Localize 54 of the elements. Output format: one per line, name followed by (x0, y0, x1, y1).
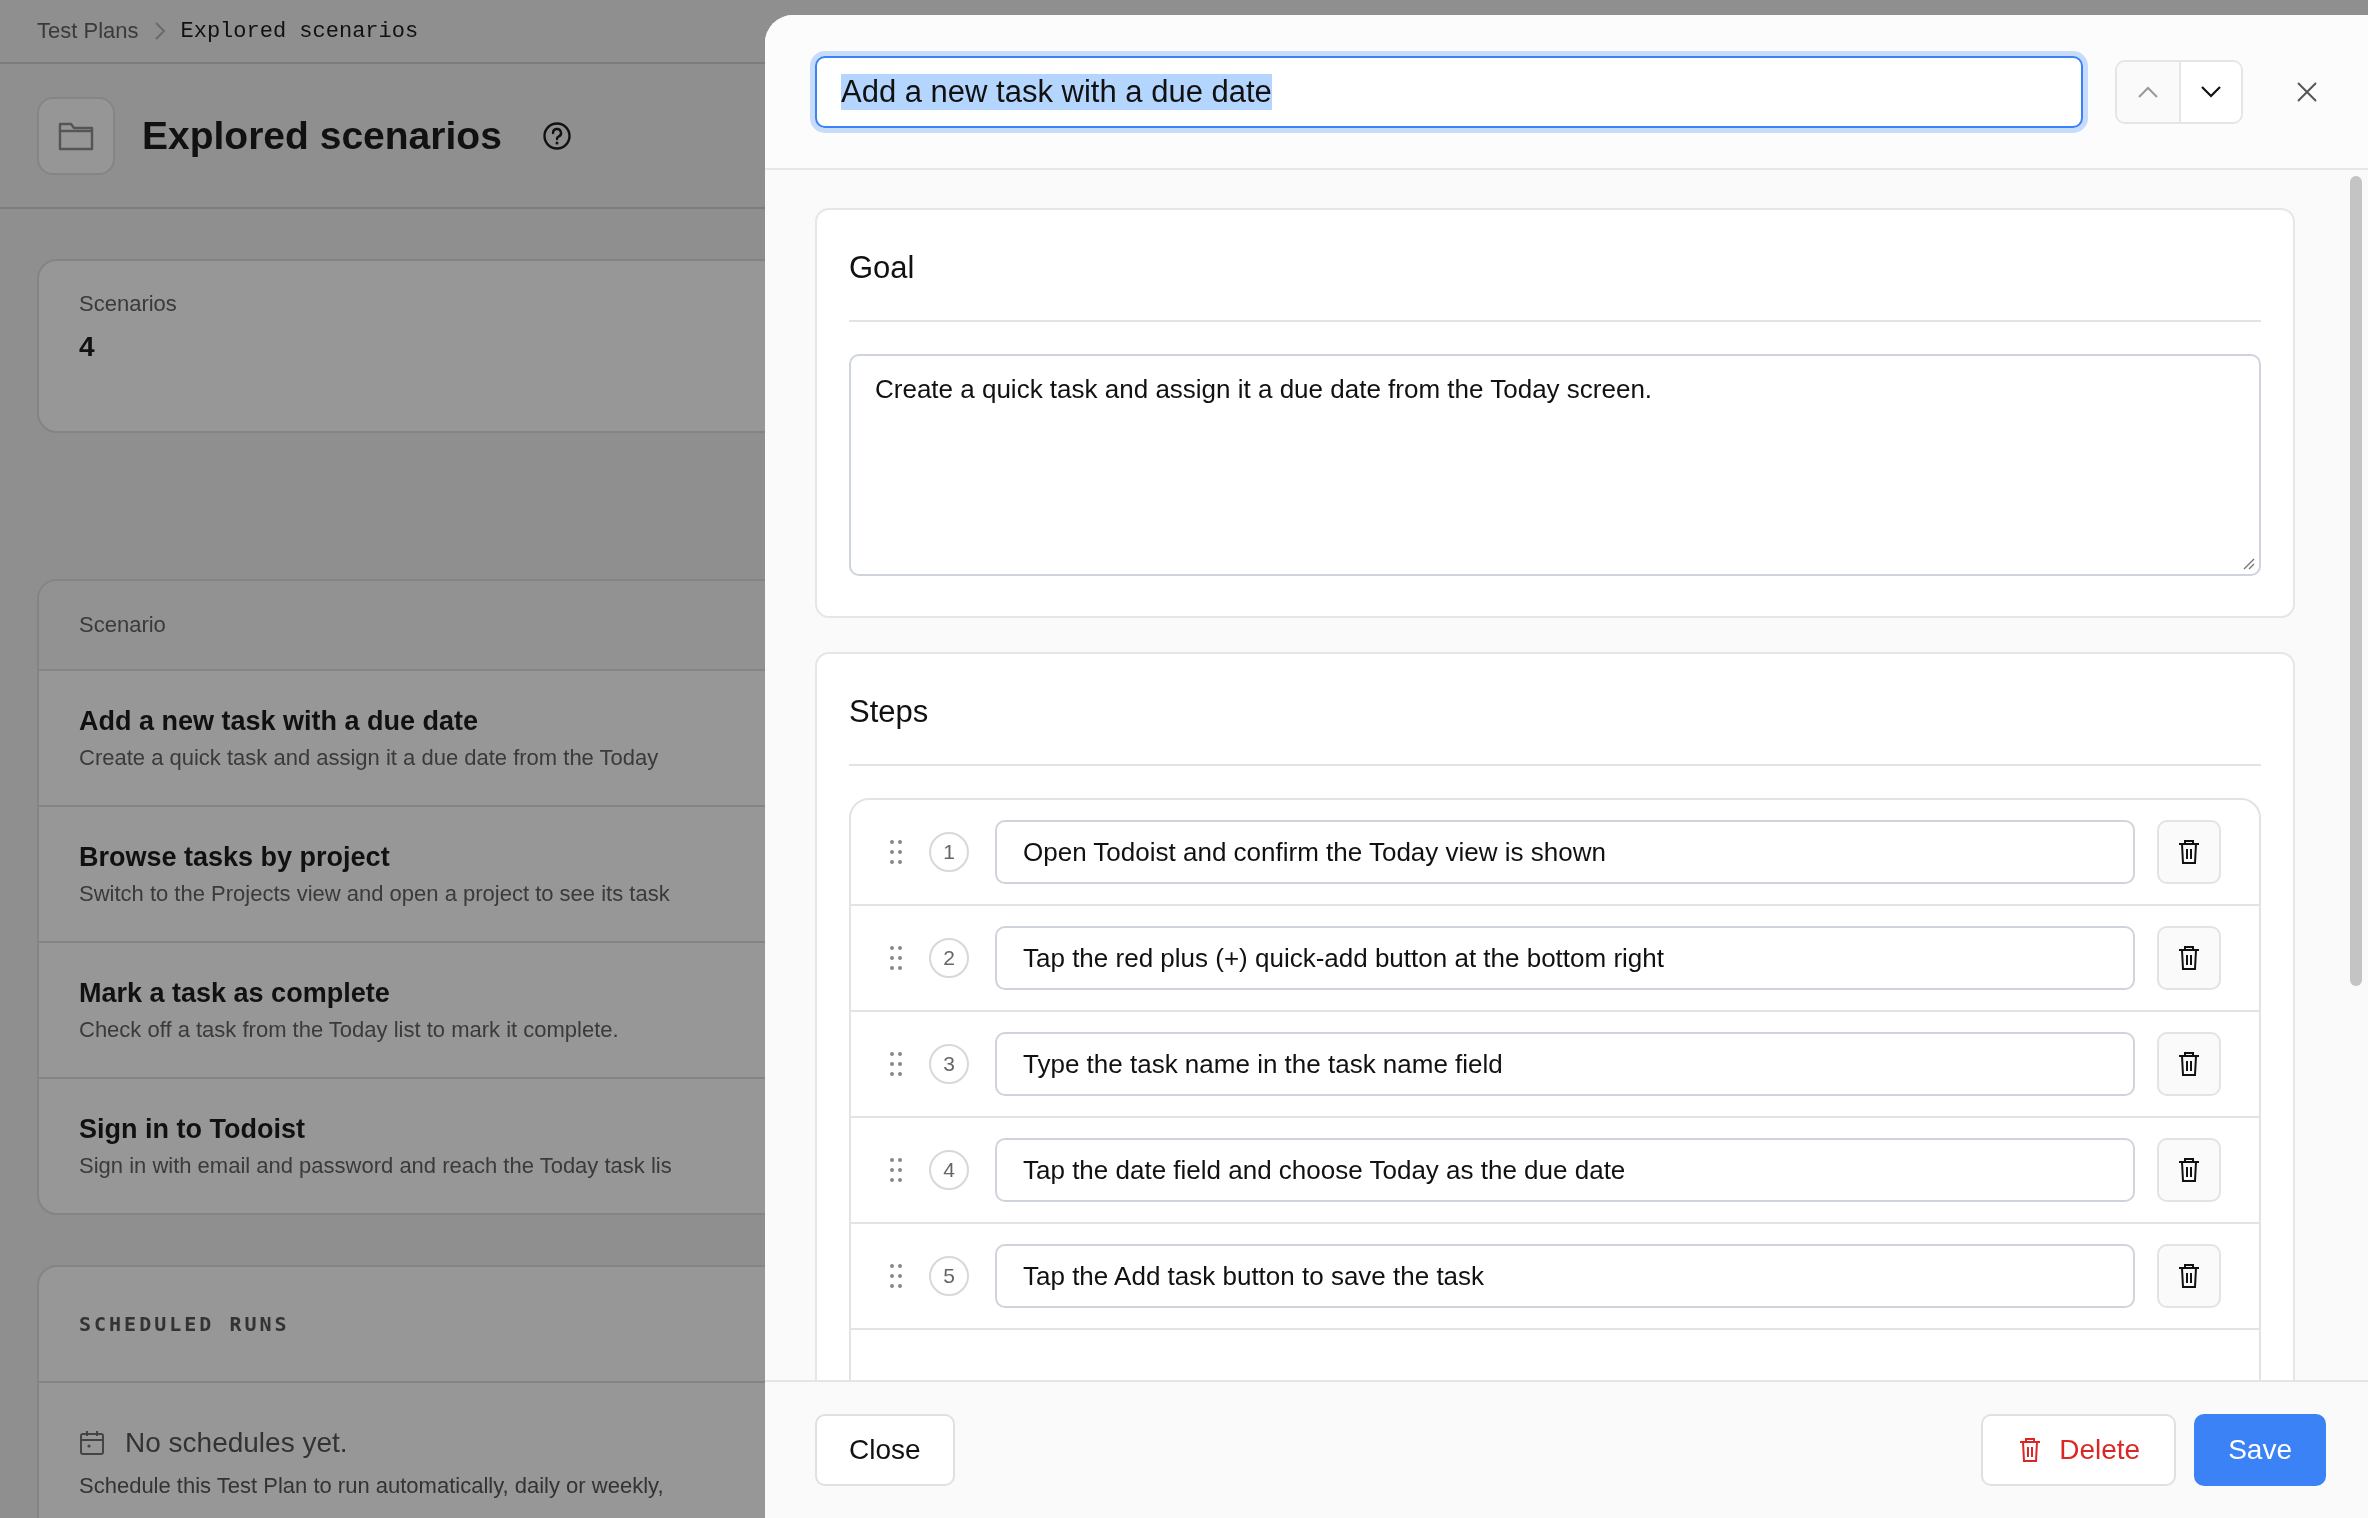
save-button[interactable]: Save (2194, 1414, 2326, 1486)
step-field[interactable]: Type the task name in the task name field (995, 1032, 2135, 1096)
drag-handle-icon[interactable] (889, 1051, 903, 1077)
breadcrumb-current: Explored scenarios (180, 18, 419, 44)
step-number: 3 (929, 1044, 969, 1084)
scrollbar[interactable] (2350, 176, 2362, 986)
delete-step-button[interactable] (2157, 1138, 2221, 1202)
trash-icon (2178, 839, 2200, 865)
section-title: SCHEDULED RUNS (79, 1312, 290, 1336)
scenario-description: Sign in with email and password and reach the Today task lis (79, 1152, 673, 1179)
section-heading: Steps (849, 693, 930, 731)
scenario-description: Switch to the Projects view and open a project to see its task (79, 880, 671, 907)
trash-icon (2178, 1157, 2200, 1183)
trash-icon (2178, 1263, 2200, 1289)
delete-step-button[interactable] (2157, 1244, 2221, 1308)
delete-button[interactable]: Delete (1981, 1414, 2177, 1486)
step-field[interactable]: Tap the Add task button to save the task (995, 1244, 2135, 1308)
breadcrumb-link[interactable]: Test Plans (37, 18, 139, 44)
step-number: 2 (929, 938, 969, 978)
chevron-right-icon (152, 20, 167, 42)
step-number: 5 (929, 1256, 969, 1296)
resize-handle-icon[interactable] (2241, 556, 2255, 570)
step-number: 1 (929, 832, 969, 872)
chevron-down-icon (2200, 84, 2222, 99)
drag-handle-icon[interactable] (889, 1157, 903, 1183)
section-heading: Goal (849, 249, 916, 287)
page-title: Explored scenarios (142, 113, 502, 158)
scenario-description: Check off a task from the Today list to mark it complete. (79, 1016, 620, 1043)
drag-handle-icon[interactable] (889, 945, 903, 971)
close-icon[interactable] (2295, 79, 2319, 104)
help-icon[interactable] (541, 120, 572, 151)
delete-step-button[interactable] (2157, 926, 2221, 990)
drag-handle-icon[interactable] (889, 1263, 903, 1289)
trash-icon (2178, 945, 2200, 971)
folder-icon (37, 96, 115, 175)
trash-icon (2019, 1437, 2042, 1463)
step-number: 4 (929, 1150, 969, 1190)
empty-text: Schedule this Test Plan to run automatically, daily or weekly, (79, 1473, 665, 1499)
step-field[interactable]: Open Todoist and confirm the Today view is shown (995, 820, 2135, 884)
empty-title: No schedules yet. (125, 1427, 348, 1459)
step-field[interactable]: Tap the red plus (+) quick-add button at the bottom right (995, 926, 2135, 990)
stat-value: 4 (79, 331, 96, 363)
close-button[interactable]: Close (815, 1414, 955, 1486)
delete-step-button[interactable] (2157, 1032, 2221, 1096)
scenario-description: Create a quick task and assign it a due date from the Today (79, 744, 660, 771)
drag-handle-icon[interactable] (889, 839, 903, 865)
delete-step-button[interactable] (2157, 820, 2221, 884)
goal-textarea[interactable]: Create a quick task and assign it a due date from the Today screen. (849, 354, 2261, 576)
delete-label: Delete (2059, 1434, 2141, 1466)
trash-icon (2178, 1051, 2200, 1077)
step-field[interactable]: Tap the date field and choose Today as the due date (995, 1138, 2135, 1202)
calendar-icon (79, 1430, 105, 1456)
chevron-up-icon (2137, 84, 2159, 99)
stat-label: Scenarios (79, 291, 178, 317)
